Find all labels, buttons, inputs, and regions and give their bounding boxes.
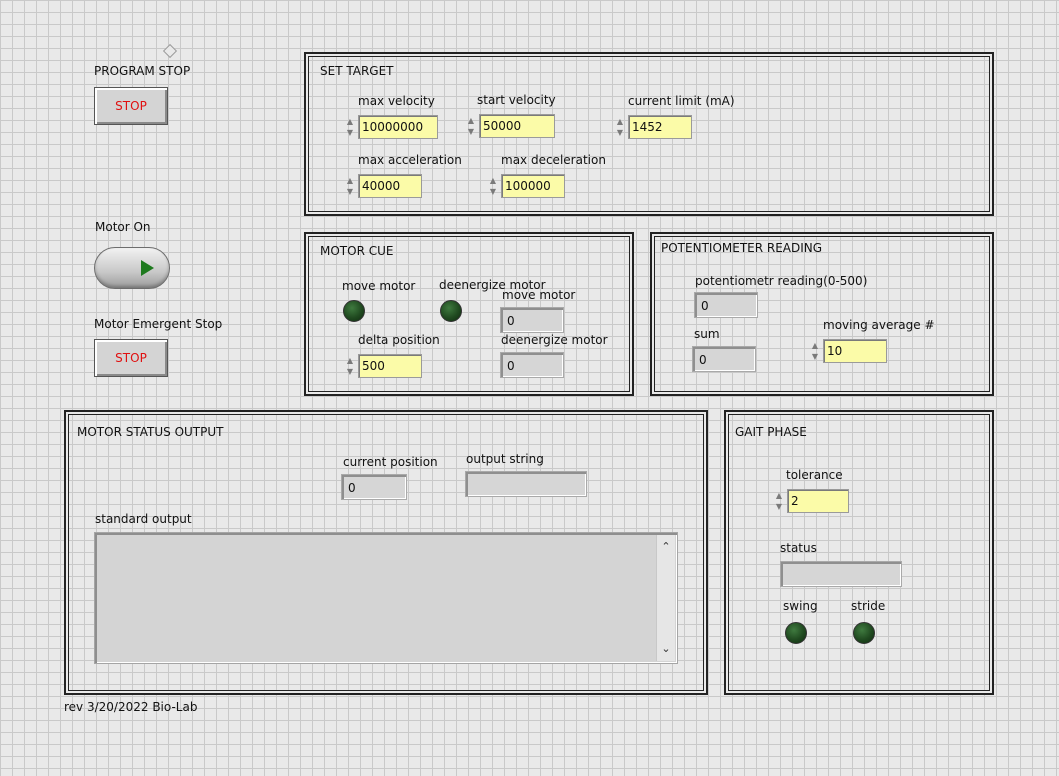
decrement-icon[interactable]: ▼	[344, 186, 356, 197]
current-limit-input[interactable]: 1452	[628, 115, 692, 139]
swing-label: swing	[783, 599, 818, 613]
gait-status-indicator	[780, 561, 902, 587]
motor-status-title: MOTOR STATUS OUTPUT	[77, 425, 224, 439]
max-acceleration-control: ▲ ▼ 40000	[344, 174, 422, 198]
deenergize-motor-led	[440, 300, 462, 322]
gait-status-label: status	[780, 541, 817, 555]
current-limit-spinner[interactable]: ▲ ▼	[614, 116, 626, 138]
current-position-indicator: 0	[341, 474, 407, 500]
increment-icon[interactable]: ▲	[344, 175, 356, 186]
max-velocity-label: max velocity	[358, 94, 435, 108]
standard-output-label: standard output	[95, 512, 192, 526]
move-motor-indicator: 0	[500, 307, 564, 333]
tolerance-spinner[interactable]: ▲ ▼	[773, 490, 785, 512]
max-acceleration-spinner[interactable]: ▲ ▼	[344, 175, 356, 197]
tolerance-label: tolerance	[786, 468, 843, 482]
delta-position-spinner[interactable]: ▲ ▼	[344, 355, 356, 377]
deenergize-motor-indicator: 0	[500, 352, 564, 378]
moving-average-input[interactable]: 10	[823, 339, 887, 363]
increment-icon[interactable]: ▲	[465, 115, 477, 126]
scroll-up-icon[interactable]: ⌃	[660, 541, 672, 553]
emergent-stop-button[interactable]: STOP	[94, 339, 168, 377]
sum-indicator: 0	[692, 346, 756, 372]
start-velocity-spinner[interactable]: ▲ ▼	[465, 115, 477, 137]
max-deceleration-spinner[interactable]: ▲ ▼	[487, 175, 499, 197]
delta-position-control: ▲ ▼ 500	[344, 354, 422, 378]
current-limit-label: current limit (mA)	[628, 94, 735, 108]
sum-label: sum	[694, 327, 720, 341]
scroll-down-icon[interactable]: ⌄	[660, 643, 672, 655]
move-motor-indicator-label: move motor	[502, 288, 576, 302]
start-velocity-label: start velocity	[477, 93, 556, 107]
max-deceleration-input[interactable]: 100000	[501, 174, 565, 198]
potentiometer-title: POTENTIOMETER READING	[661, 241, 823, 255]
moving-average-label: moving average #	[823, 318, 935, 332]
output-string-indicator	[465, 471, 587, 497]
start-velocity-control: ▲ ▼ 50000	[465, 114, 555, 138]
panel-marker	[162, 43, 178, 59]
tolerance-control: ▲ ▼ 2	[773, 489, 849, 513]
move-motor-led	[343, 300, 365, 322]
moving-average-control: ▲ ▼ 10	[809, 339, 887, 363]
max-acceleration-input[interactable]: 40000	[358, 174, 422, 198]
increment-icon[interactable]: ▲	[487, 175, 499, 186]
standard-output-textarea[interactable]: ⌃ ⌄	[94, 532, 678, 664]
max-velocity-control: ▲ ▼ 10000000	[344, 115, 438, 139]
output-string-label: output string	[466, 452, 544, 466]
moving-average-spinner[interactable]: ▲ ▼	[809, 340, 821, 362]
current-limit-control: ▲ ▼ 1452	[614, 115, 692, 139]
start-velocity-input[interactable]: 50000	[479, 114, 555, 138]
increment-icon[interactable]: ▲	[809, 340, 821, 351]
motor-cue-title: MOTOR CUE	[320, 244, 394, 258]
delta-position-label: delta position	[358, 333, 440, 347]
decrement-icon[interactable]: ▼	[614, 127, 626, 138]
max-velocity-spinner[interactable]: ▲ ▼	[344, 116, 356, 138]
decrement-icon[interactable]: ▼	[487, 186, 499, 197]
decrement-icon[interactable]: ▼	[773, 501, 785, 512]
increment-icon[interactable]: ▲	[773, 490, 785, 501]
max-deceleration-control: ▲ ▼ 100000	[487, 174, 565, 198]
max-acceleration-label: max acceleration	[358, 153, 462, 167]
increment-icon[interactable]: ▲	[344, 116, 356, 127]
max-deceleration-label: max deceleration	[501, 153, 606, 167]
increment-icon[interactable]: ▲	[614, 116, 626, 127]
increment-icon[interactable]: ▲	[344, 355, 356, 366]
set-target-title: SET TARGET	[320, 64, 394, 78]
play-icon	[141, 260, 154, 276]
tolerance-input[interactable]: 2	[787, 489, 849, 513]
deenergize-motor-indicator-label: deenergize motor	[501, 333, 608, 347]
decrement-icon[interactable]: ▼	[344, 127, 356, 138]
stride-led	[853, 622, 875, 644]
gait-phase-panel	[724, 410, 994, 695]
potentiometer-reading-indicator: 0	[694, 292, 758, 318]
delta-position-input[interactable]: 500	[358, 354, 422, 378]
swing-led	[785, 622, 807, 644]
max-velocity-input[interactable]: 10000000	[358, 115, 438, 139]
decrement-icon[interactable]: ▼	[344, 366, 356, 377]
current-position-label: current position	[343, 455, 438, 469]
motor-on-toggle[interactable]	[94, 247, 170, 289]
program-stop-button[interactable]: STOP	[94, 87, 168, 125]
decrement-icon[interactable]: ▼	[809, 351, 821, 362]
stride-label: stride	[851, 599, 886, 613]
decrement-icon[interactable]: ▼	[465, 126, 477, 137]
standard-output-scrollbar[interactable]: ⌃ ⌄	[656, 535, 675, 661]
potentiometer-reading-label: potentiometr reading(0-500)	[695, 274, 868, 288]
emergent-stop-label: Motor Emergent Stop	[94, 317, 223, 331]
revision-label: rev 3/20/2022 Bio-Lab	[64, 700, 198, 714]
program-stop-label: PROGRAM STOP	[94, 64, 191, 78]
move-motor-led-label: move motor	[342, 279, 416, 293]
motor-on-label: Motor On	[95, 220, 151, 234]
gait-phase-title: GAIT PHASE	[735, 425, 807, 439]
